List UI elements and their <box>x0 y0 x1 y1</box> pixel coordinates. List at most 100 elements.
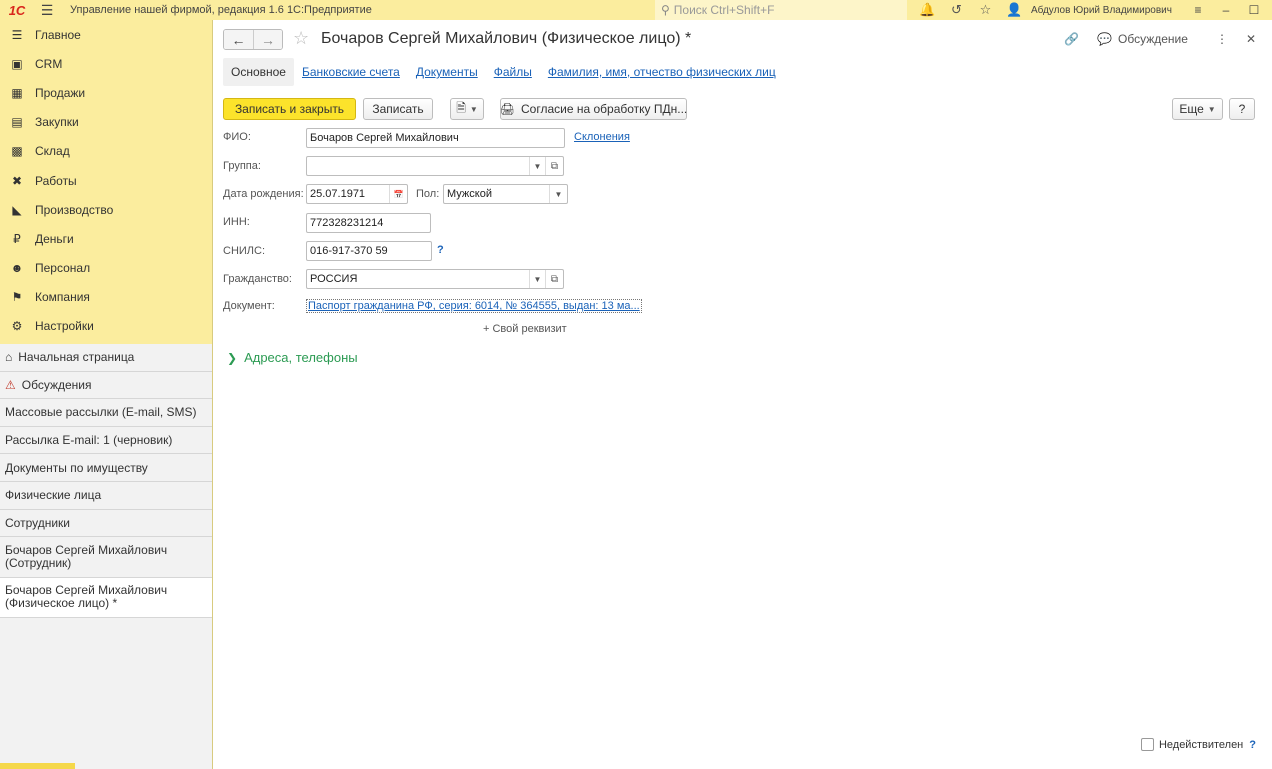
open-window-individuals[interactable]: Физические лица <box>0 482 212 510</box>
open-window-label: Бочаров Сергей Михайлович (Физическое лиц… <box>5 583 168 611</box>
gender-select[interactable]: Мужской ▼ <box>443 184 568 204</box>
print-menu-button[interactable]: 🗎 ▼ <box>450 98 484 120</box>
sidebar-item-crm[interactable]: ▣ CRM <box>0 49 212 78</box>
snils-field[interactable]: 016-917-370 59 <box>306 241 432 261</box>
favorite-star-icon[interactable]: ☆ <box>293 28 309 49</box>
search-input[interactable]: ⚲ Поиск Ctrl+Shift+F <box>655 0 907 20</box>
form-toolbar: Записать и закрыть Записать 🗎 ▼ 🖨 Согласие… <box>223 98 1256 120</box>
open-window-email-draft[interactable]: Рассылка E-mail: 1 (черновик) <box>0 427 212 455</box>
birth-date-field[interactable]: 25.07.1971 📅 <box>306 184 408 204</box>
save-and-close-button[interactable]: Записать и закрыть <box>223 98 356 120</box>
main-menu-icon[interactable]: ☰ <box>34 0 60 20</box>
sidebar-item-money[interactable]: ₽ Деньги <box>0 224 212 253</box>
open-icon[interactable]: ⧉ <box>545 270 563 288</box>
tab-names-history[interactable]: Фамилия, имя, отчество физических лиц <box>540 58 784 86</box>
open-window-employees[interactable]: Сотрудники <box>0 510 212 538</box>
more-vert-icon[interactable]: ⋮ <box>1216 32 1228 46</box>
more-label: Еще <box>1179 102 1204 116</box>
favorites-icon[interactable]: ☆ <box>971 0 1000 20</box>
maximize-icon[interactable]: ☐ <box>1240 0 1268 20</box>
back-icon[interactable]: ← <box>224 30 253 49</box>
chevron-down-icon[interactable]: ▼ <box>529 157 545 175</box>
discussion-icon[interactable]: 💬 <box>1097 32 1112 46</box>
tab-main[interactable]: Основное <box>223 58 294 86</box>
discussions-icon: ⚠ <box>5 377 16 392</box>
tab-bank-accounts[interactable]: Банковские счета <box>294 58 408 86</box>
more-button[interactable]: Еще ▼ <box>1172 98 1223 120</box>
forward-icon[interactable]: → <box>253 30 282 49</box>
search-icon: ⚲ <box>661 3 670 17</box>
fio-field[interactable]: Бочаров Сергей Михайлович <box>306 128 565 148</box>
sidebar-item-label: CRM <box>35 56 63 71</box>
inactive-checkbox[interactable] <box>1140 738 1154 751</box>
discussion-button[interactable]: Обсуждение <box>1118 32 1188 46</box>
form-header-actions: 🔗 💬 Обсуждение ⋮ ✕ <box>1064 32 1256 46</box>
tab-files[interactable]: Файлы <box>486 58 540 86</box>
gender-value: Мужской <box>447 188 492 200</box>
menu-icon: ☰ <box>11 27 23 42</box>
sidebar-item-works[interactable]: ✖ Работы <box>0 166 212 195</box>
open-window-individual-card[interactable]: Бочаров Сергей Михайлович (Физическое лиц… <box>0 577 212 619</box>
open-window-label: Документы по имуществу <box>5 460 148 475</box>
user-icon[interactable]: 👤 <box>1000 0 1029 20</box>
inn-value: 772328231214 <box>310 217 384 229</box>
inactive-label: Недействителен <box>1158 738 1244 751</box>
sidebar-item-label: Настройки <box>35 319 94 334</box>
sidebar-item-company[interactable]: ⚑ Компания <box>0 283 212 312</box>
open-window-home[interactable]: ⌂ Начальная страница <box>0 344 212 372</box>
notifications-icon[interactable]: 🔔 <box>913 0 942 20</box>
open-window-property-docs[interactable]: Документы по имуществу <box>0 454 212 482</box>
sidebar-item-warehouse[interactable]: ▩ Склад <box>0 137 212 166</box>
open-icon[interactable]: ⧉ <box>545 157 563 175</box>
sidebar-item-label: Деньги <box>35 231 74 246</box>
sidebar-item-label: Производство <box>35 202 114 217</box>
company-icon: ⚑ <box>11 290 23 305</box>
save-button[interactable]: Записать <box>363 98 433 120</box>
1c-logo: 1С <box>8 2 26 18</box>
sidebar-item-production[interactable]: ◣ Производство <box>0 195 212 224</box>
citizenship-label: Гражданство: <box>223 273 292 285</box>
open-window-discussions[interactable]: ⚠ Обсуждения <box>0 372 212 400</box>
citizenship-value: РОССИЯ <box>310 273 358 285</box>
sidebar-item-main[interactable]: ☰ Главное <box>0 20 212 49</box>
citizenship-field[interactable]: РОССИЯ ▼ ⧉ <box>306 269 564 289</box>
chevron-down-icon[interactable]: ▼ <box>549 185 567 203</box>
title-bar: 1С ☰ Управление нашей фирмой, редакция 1… <box>0 0 1272 20</box>
open-window-employee-card[interactable]: Бочаров Сергей Михайлович (Сотрудник) <box>0 537 212 578</box>
sidebar-item-purchases[interactable]: ▤ Закупки <box>0 108 212 137</box>
inn-field[interactable]: 772328231214 <box>306 213 431 233</box>
close-window-icon[interactable]: ✕ <box>1268 0 1272 20</box>
addresses-group-label: Адреса, телефоны <box>244 350 358 365</box>
addresses-group-toggle[interactable]: ❯ Адреса, телефоны <box>227 350 358 365</box>
crm-icon: ▣ <box>11 56 23 71</box>
history-icon[interactable]: ↺ <box>942 0 971 20</box>
identity-document-link[interactable]: Паспорт гражданина РФ, серия: 6014, № 36… <box>306 299 642 313</box>
chevron-down-icon[interactable]: ▼ <box>529 270 545 288</box>
help-button[interactable]: ? <box>1229 98 1255 120</box>
sidebar-item-label: Персонал <box>35 261 91 276</box>
declension-link[interactable]: Склонения <box>574 131 630 143</box>
settings-icon: ⚙ <box>11 319 23 334</box>
sidebar-item-settings[interactable]: ⚙ Настройки <box>0 312 212 341</box>
inactive-help-icon[interactable]: ? <box>1249 739 1256 751</box>
add-custom-attribute-link[interactable]: + Свой реквизит <box>483 323 567 335</box>
link-icon[interactable]: 🔗 <box>1064 32 1079 46</box>
close-icon[interactable]: ✕ <box>1246 32 1256 46</box>
tab-documents[interactable]: Документы <box>408 58 486 86</box>
sidebar-item-sales[interactable]: ▦ Продажи <box>0 78 212 107</box>
settings-menu-icon[interactable]: ≡ <box>1184 0 1212 20</box>
birth-date-value: 25.07.1971 <box>310 188 366 200</box>
calendar-icon[interactable]: 📅 <box>389 185 407 203</box>
app-title: Управление нашей фирмой, редакция 1.6 1С… <box>70 4 372 16</box>
sidebar-item-personnel[interactable]: ☻ Персонал <box>0 254 212 283</box>
open-window-mass-mailing[interactable]: Массовые рассылки (E-mail, SMS) <box>0 399 212 427</box>
printer-icon: 🖨 <box>499 102 515 116</box>
user-name[interactable]: Абдулов Юрий Владимирович <box>1031 5 1172 16</box>
snils-help-icon[interactable]: ? <box>437 244 444 256</box>
group-field[interactable]: ▼ ⧉ <box>306 156 564 176</box>
minimize-icon[interactable]: – <box>1212 0 1240 20</box>
inactive-checkbox-group: Недействителен ? <box>1140 738 1256 751</box>
consent-button[interactable]: 🖨 Согласие на обработку ПДн... <box>500 98 687 120</box>
form-tabs: Основное Банковские счета Документы Файл… <box>223 58 784 86</box>
inn-label: ИНН: <box>223 216 250 228</box>
